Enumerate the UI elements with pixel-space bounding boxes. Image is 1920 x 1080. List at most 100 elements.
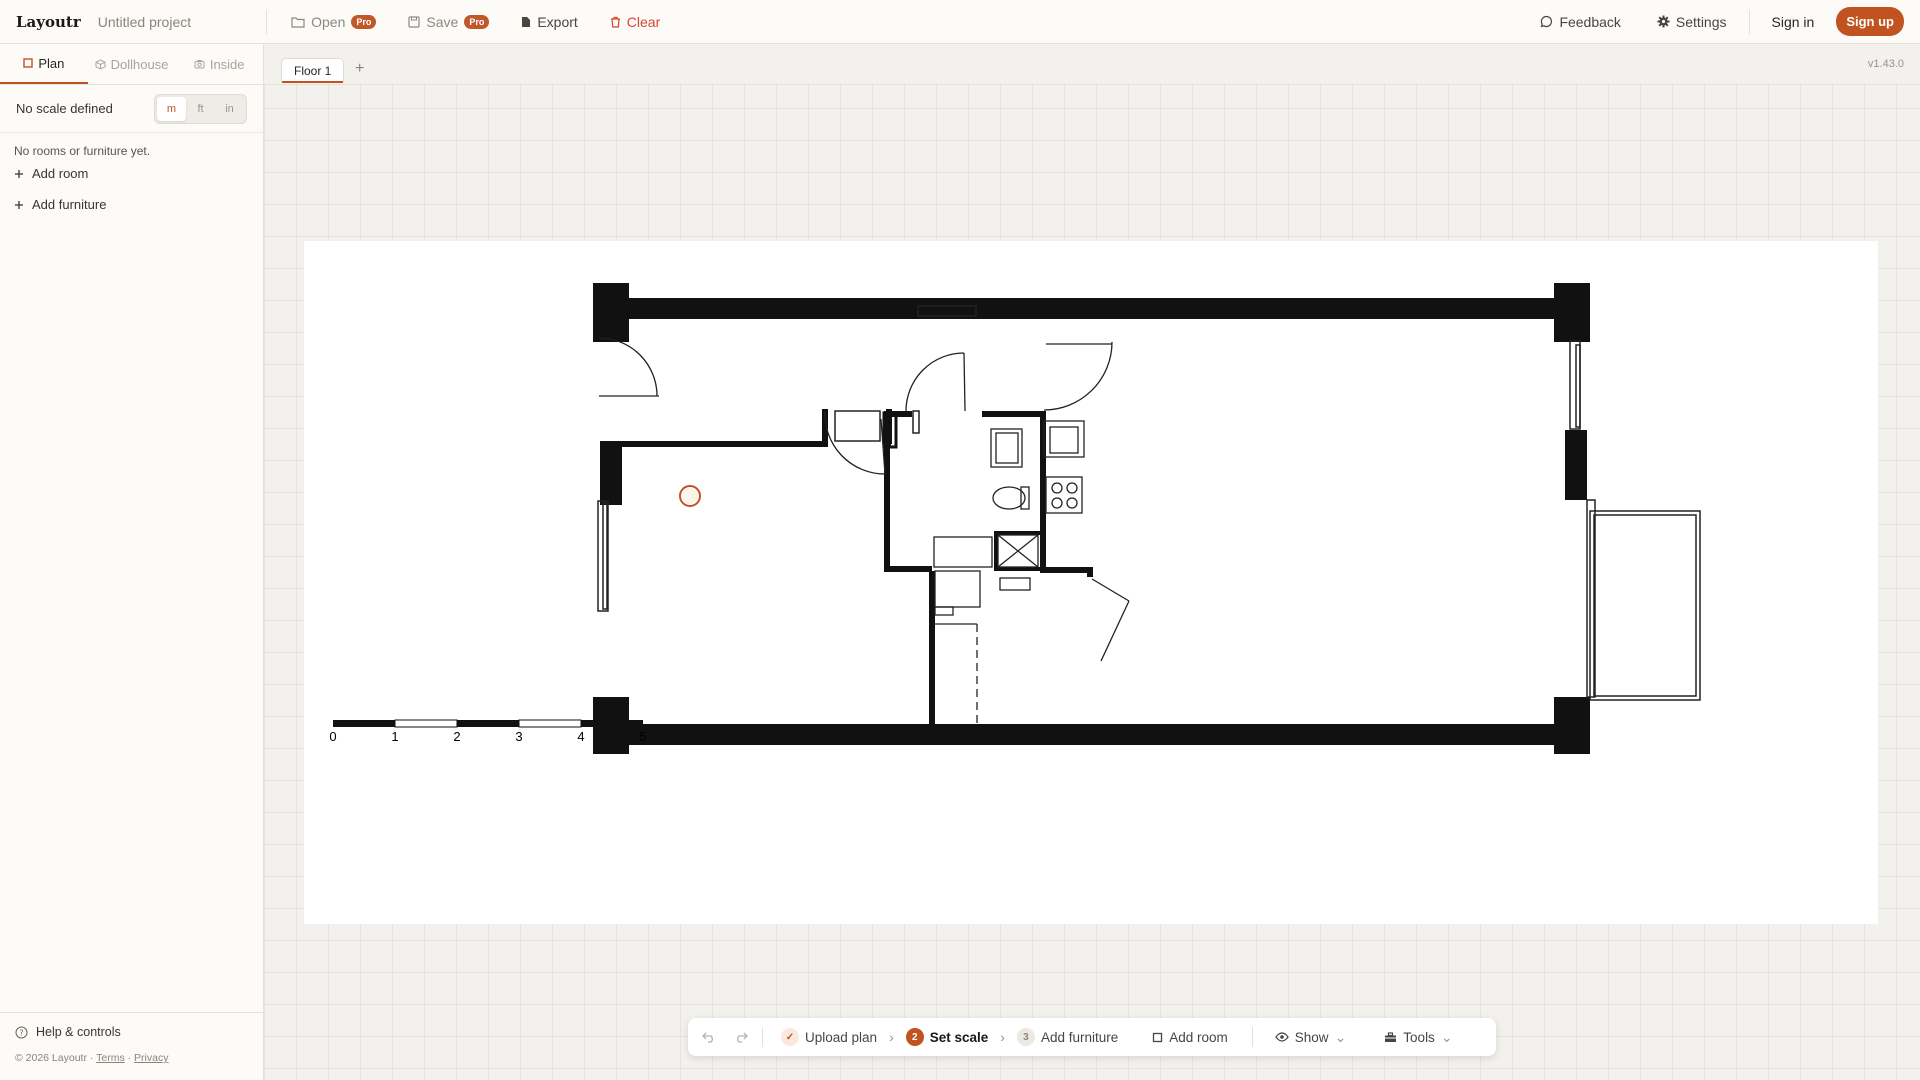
redo-button[interactable]: [734, 1031, 748, 1043]
save-button[interactable]: Save Pro: [408, 13, 490, 30]
tab-plan[interactable]: Plan: [0, 44, 88, 84]
plus-icon: [14, 200, 24, 210]
tools-dropdown[interactable]: Tools ⌄: [1384, 1028, 1453, 1046]
view-tabs: Plan Dollhouse Inside: [0, 44, 263, 85]
add-room-button[interactable]: Add room: [0, 158, 263, 189]
version-label: v1.43.0: [1867, 58, 1904, 70]
file-icon: [521, 16, 531, 28]
pro-badge: Pro: [464, 14, 490, 29]
floor-plan-drawing: 0 1 2 3 4 5: [329, 283, 1701, 754]
plan-icon: [23, 58, 34, 68]
redo-icon: [734, 1031, 748, 1043]
scale-tick-label: 0: [329, 729, 336, 744]
scale-tick-label: 4: [577, 729, 584, 744]
save-label: Save: [426, 13, 459, 30]
toolbar-divider: [1251, 1027, 1253, 1047]
privacy-link[interactable]: Privacy: [134, 1052, 168, 1064]
step-number-badge: 2: [905, 1028, 924, 1046]
toolbox-icon: [1384, 1031, 1397, 1043]
add-room-tool-button[interactable]: Add room: [1152, 1030, 1228, 1045]
toolbar-right: Feedback Settings Sign in Sign up: [1540, 7, 1920, 36]
export-button[interactable]: Export: [521, 13, 578, 30]
step-label: Add furniture: [1040, 1029, 1119, 1045]
open-button[interactable]: Open Pro: [291, 13, 377, 30]
clear-button[interactable]: Clear: [610, 14, 660, 30]
show-label: Show: [1294, 1029, 1329, 1045]
undo-button[interactable]: [702, 1031, 716, 1043]
room-icon: [1152, 1032, 1163, 1043]
step-set-scale[interactable]: 2 Set scale: [905, 1028, 989, 1046]
add-furniture-button[interactable]: Add furniture: [0, 189, 263, 220]
step-add-furniture[interactable]: 3 Add furniture: [1016, 1028, 1119, 1046]
sidebar-footer: ? Help & controls © 2026 Layoutr · Terms…: [0, 1012, 263, 1080]
tools-label: Tools: [1403, 1029, 1435, 1045]
plan-canvas[interactable]: Floor 1 + v1.43.0 0 1 2 3 4 5: [264, 44, 1920, 1080]
unit-ft-button[interactable]: ft: [186, 97, 215, 121]
terms-link[interactable]: Terms: [96, 1052, 125, 1064]
floor-tabs-bar: Floor 1 + v1.43.0: [264, 44, 1920, 85]
app-logo: Layoutr: [16, 12, 81, 31]
sign-in-button[interactable]: Sign in: [1772, 14, 1815, 30]
feedback-button[interactable]: Feedback: [1540, 13, 1621, 30]
open-label: Open: [311, 13, 346, 30]
show-dropdown[interactable]: Show ⌄: [1275, 1028, 1347, 1046]
save-icon: [408, 15, 420, 28]
feedback-label: Feedback: [1559, 13, 1621, 30]
export-label: Export: [537, 13, 578, 30]
undo-icon: [702, 1031, 716, 1043]
settings-button[interactable]: Settings: [1657, 14, 1727, 30]
tab-inside[interactable]: Inside: [175, 44, 263, 84]
step-upload-plan[interactable]: ✓ Upload plan: [781, 1028, 877, 1046]
unit-m-button[interactable]: m: [157, 96, 186, 121]
chevron-right-icon: ›: [1000, 1029, 1005, 1045]
floor-plan-image[interactable]: 0 1 2 3 4 5: [304, 241, 1878, 924]
eye-icon: [1275, 1032, 1289, 1042]
chevron-down-icon: ⌄: [1440, 1028, 1453, 1045]
settings-label: Settings: [1675, 13, 1727, 30]
check-icon: ✓: [781, 1028, 799, 1046]
tab-dollhouse[interactable]: Dollhouse: [88, 44, 176, 84]
help-label: Help & controls: [36, 1025, 121, 1039]
svg-text:?: ?: [19, 1028, 23, 1037]
chevron-down-icon: ⌄: [1334, 1028, 1347, 1045]
top-bar: Layoutr Untitled project Open Pro Save P…: [0, 0, 1920, 44]
step-number-badge: 3: [1016, 1028, 1035, 1046]
folder-icon: [291, 16, 305, 28]
cube-icon: [95, 58, 106, 70]
tab-label: Inside: [209, 56, 245, 72]
scale-tick-label: 1: [391, 729, 398, 744]
chat-bubble-icon: [1540, 15, 1553, 28]
bottom-toolbar: ✓ Upload plan › 2 Set scale › 3 Add furn…: [688, 1018, 1496, 1056]
pro-badge: Pro: [351, 14, 377, 29]
scale-status: No scale defined: [16, 101, 113, 116]
step-label: Upload plan: [805, 1029, 878, 1045]
gear-icon: [1657, 15, 1670, 28]
scale-tick-label: 5: [639, 729, 646, 744]
clear-label: Clear: [626, 13, 661, 30]
add-room-label: Add room: [32, 166, 89, 181]
toolbar-divider: [1748, 9, 1750, 34]
sign-up-button[interactable]: Sign up: [1836, 7, 1904, 36]
empty-message: No rooms or furniture yet.: [14, 144, 151, 158]
toolbar-divider: [266, 9, 268, 34]
unit-toggle: m ft in: [154, 93, 247, 124]
add-room-tool-label: Add room: [1169, 1029, 1228, 1045]
step-label: Set scale: [929, 1029, 989, 1045]
question-circle-icon: ?: [15, 1026, 28, 1039]
scale-row: No scale defined m ft in: [0, 85, 263, 133]
trash-icon: [610, 16, 621, 28]
legal-footer: © 2026 Layoutr · Terms · Privacy: [0, 1039, 263, 1064]
chevron-right-icon: ›: [889, 1029, 894, 1045]
tab-label: Dollhouse: [110, 56, 169, 72]
toolbar-divider: [762, 1027, 763, 1047]
unit-in-button[interactable]: in: [215, 97, 244, 121]
add-floor-button[interactable]: +: [355, 60, 364, 78]
copyright-text: © 2026 Layoutr ·: [15, 1052, 94, 1064]
add-furniture-label: Add furniture: [32, 197, 107, 212]
camera-icon: [194, 59, 205, 69]
help-button[interactable]: ? Help & controls: [0, 1013, 263, 1039]
project-name[interactable]: Untitled project: [98, 14, 191, 30]
legal-separator: ·: [127, 1052, 132, 1064]
tab-label: Plan: [38, 55, 65, 71]
tab-floor-1[interactable]: Floor 1: [281, 58, 345, 83]
